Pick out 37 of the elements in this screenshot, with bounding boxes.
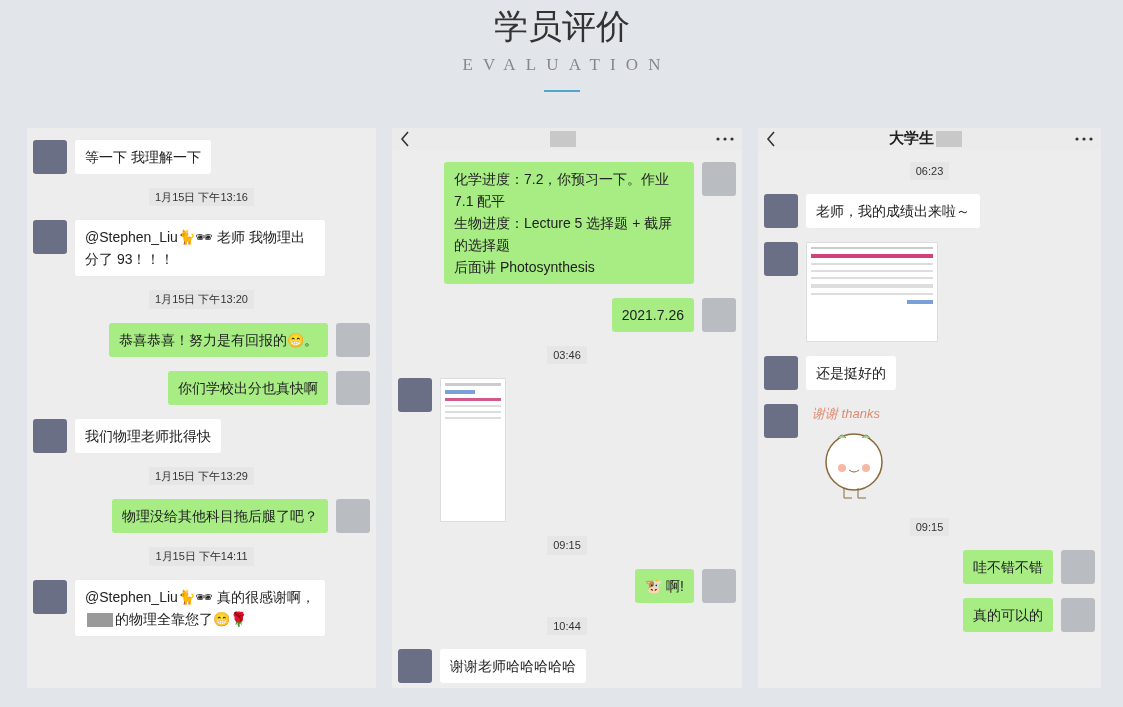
back-icon[interactable]	[400, 130, 410, 147]
timestamp: 1月15日 下午14:11	[149, 547, 254, 566]
timestamp: 1月15日 下午13:29	[149, 466, 254, 485]
sticker-caption: 谢谢 thanks	[812, 405, 880, 423]
chat-title: 大学生	[889, 128, 934, 149]
message-bubble: @Stephen_Liu🐈🕶 真的很感谢啊， 的物理全靠您了😁🌹	[75, 579, 325, 636]
message-bubble: 恭喜恭喜！努力是有回报的😁。	[109, 322, 328, 357]
message-bubble: 谢谢老师哈哈哈哈哈	[440, 649, 586, 683]
message-bubble: 老师，我的成绩出来啦～	[806, 194, 980, 228]
blurred-name	[550, 130, 576, 147]
message-bubble: 真的可以的	[963, 598, 1053, 632]
timestamp: 09:15	[909, 517, 950, 536]
back-icon[interactable]	[766, 130, 776, 147]
message-bubble: 物理没给其他科目拖后腿了吧？	[112, 499, 328, 533]
message-bubble: 等一下 我理解一下	[75, 139, 211, 174]
message-bubble: 🐮 啊!	[635, 568, 694, 603]
message-bubble: 还是挺好的	[806, 356, 896, 390]
message-text: 化学进度：7.2，你预习一下。作业 7.1 配平	[454, 169, 671, 211]
message-bubble: 你们学校出分也真快啊	[168, 370, 328, 405]
timestamp: 1月15日 下午13:16	[149, 187, 254, 206]
title-underline	[543, 89, 580, 92]
message-bubble: 哇不错不错	[963, 550, 1053, 584]
blurred-name	[936, 130, 962, 147]
message-text: 后面讲 Photosynthesis	[454, 257, 596, 277]
timestamp: 10:44	[547, 616, 587, 635]
timestamp: 06:23	[909, 161, 950, 180]
section-subtitle: EVALUATION	[461, 54, 671, 76]
more-icon[interactable]	[716, 136, 734, 141]
timestamp: 03:46	[547, 345, 587, 364]
message-text: 生物进度：Lecture 5 选择题 + 截屏的选择题	[454, 213, 674, 255]
timestamp: 09:15	[547, 536, 587, 555]
message-bubble: 我们物理老师批得快	[75, 418, 221, 453]
timestamp: 1月15日 下午13:20	[149, 290, 254, 309]
message-bubble: 2021.7.26	[611, 297, 694, 332]
section-title: 学员评价	[493, 6, 630, 47]
message-bubble: @Stephen_Liu🐈🕶 老师 我物理出分了 93！！！	[75, 220, 325, 276]
more-icon[interactable]	[1075, 136, 1093, 141]
